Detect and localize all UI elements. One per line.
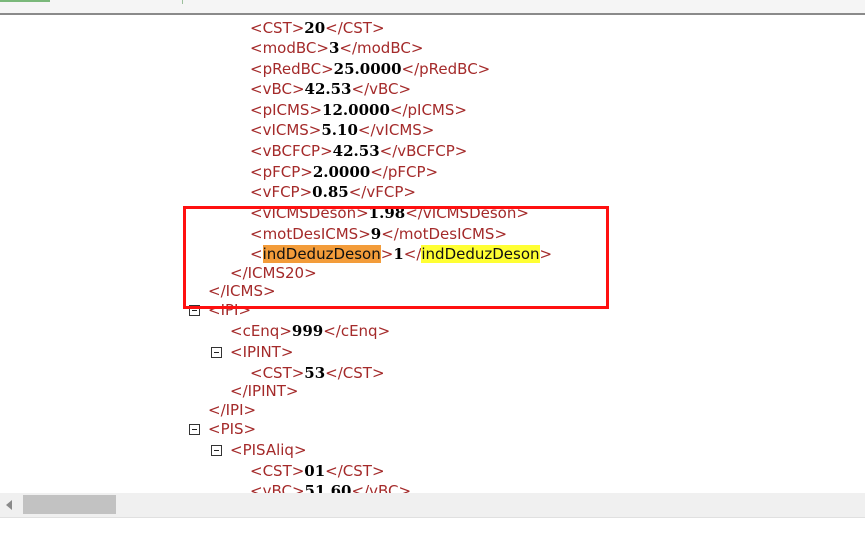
xml-line-cenq: <cEnq>999</cEnq> [230,322,391,340]
xml-line-pfcp: <pFCP>2.0000</pFCP> [250,163,439,181]
xml-line-ipint-cst: <CST>53</CST> [250,364,385,382]
xml-line-ipint-open: <IPINT> [230,343,294,361]
bottom-bar [0,517,865,552]
xml-line-cst: <CST>20</CST> [250,19,385,37]
annotation-highlight-box [183,206,609,309]
xml-line-ipi-close: </IPI> [208,401,257,419]
xml-line-ipint-close: </IPINT> [230,382,299,400]
collapse-toggle-pisaliq[interactable] [211,445,222,456]
scrollbar-thumb[interactable] [23,495,116,514]
xml-line-vicms: <vICMS>5.10</vICMS> [250,121,435,139]
xml-line-pisaliq-open: <PISAliq> [230,441,307,459]
collapse-toggle-ipint[interactable] [211,347,222,358]
scroll-left-arrow-icon[interactable] [6,500,12,510]
xml-line-pis-open: <PIS> [208,420,257,438]
xml-line-modbc: <modBC>3</modBC> [250,39,424,57]
xml-line-vbcfcp: <vBCFCP>42.53</vBCFCP> [250,142,468,160]
xml-line-pisaliq-vbc: <vBC>51.60</vBC> [250,482,412,493]
xml-line-predbc: <pRedBC>25.0000</pRedBC> [250,60,491,78]
xml-line-vbc: <vBC>42.53</vBC> [250,80,412,98]
xml-line-picms: <pICMS>12.0000</pICMS> [250,101,467,119]
tab-indicator [0,0,50,2]
collapse-toggle-pis[interactable] [189,424,200,435]
top-toolbar-edge [0,0,865,15]
toolbar-tick [182,0,183,4]
xml-line-pisaliq-cst: <CST>01</CST> [250,462,385,480]
xml-line-vfcp: <vFCP>0.85</vFCP> [250,183,416,201]
horizontal-scrollbar[interactable] [0,493,865,517]
